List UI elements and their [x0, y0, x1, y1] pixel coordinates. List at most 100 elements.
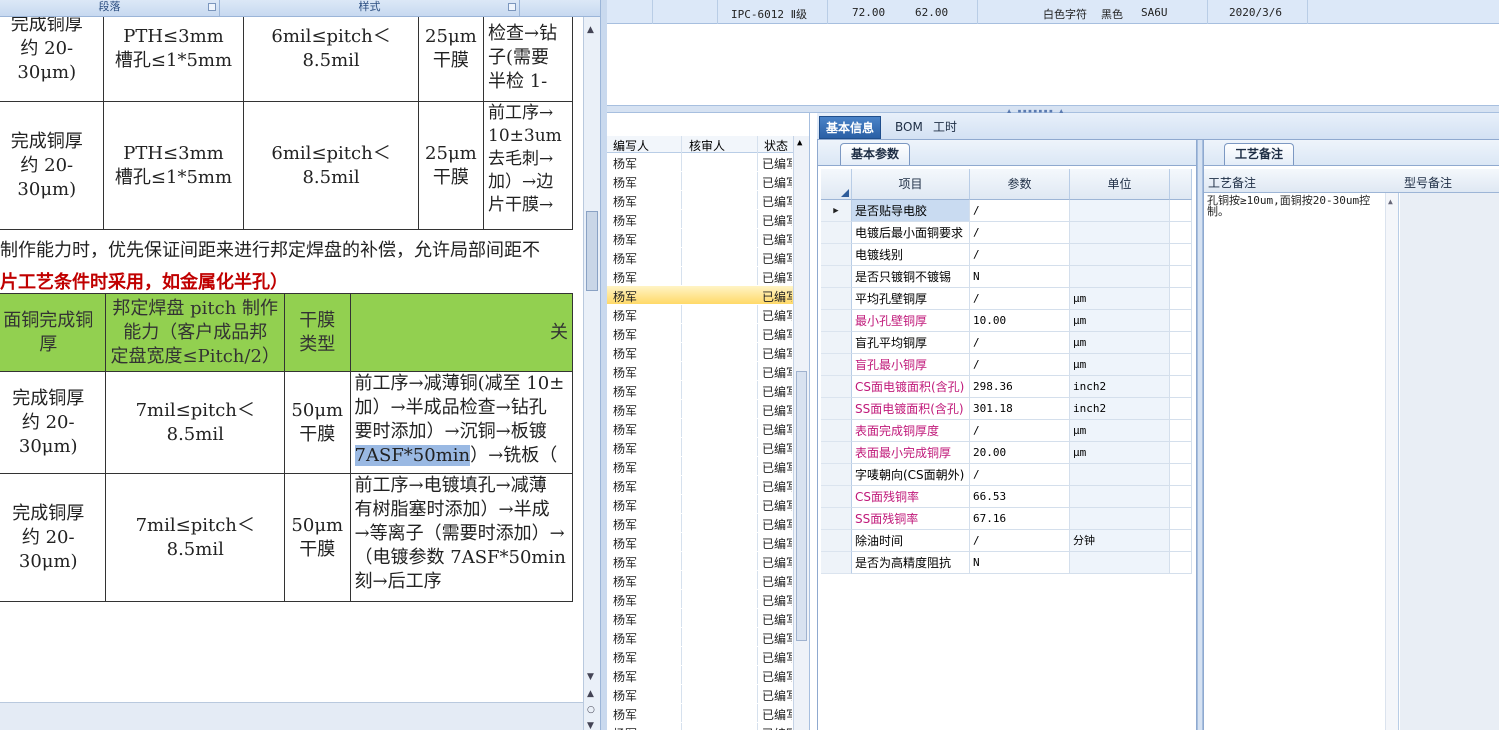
subtab-process-notes[interactable]: 工艺备注	[1224, 143, 1295, 165]
param-name-cell[interactable]: 是否为高精度阻抗	[852, 552, 970, 574]
tab-basic-info[interactable]: 基本信息	[819, 116, 882, 139]
param-value-cell[interactable]: 10.00	[970, 310, 1070, 332]
column-header-param[interactable]: 参数	[970, 169, 1070, 200]
param-value-cell[interactable]: /	[970, 420, 1070, 442]
param-unit-cell[interactable]: μm	[1070, 310, 1170, 332]
browse-object-icon[interactable]: ○	[587, 705, 595, 715]
table-row[interactable]: 除油时间 / 分钟	[821, 530, 1196, 552]
param-unit-cell[interactable]	[1070, 222, 1170, 244]
list-item[interactable]: 杨军 已编写	[607, 514, 793, 533]
param-name-cell[interactable]: SS面电镀面积(含孔)	[852, 398, 970, 420]
column-header-item[interactable]: 项目	[852, 169, 970, 200]
param-unit-cell[interactable]: μm	[1070, 288, 1170, 310]
param-unit-cell[interactable]	[1070, 464, 1170, 486]
param-name-cell[interactable]: 表面完成铜厚度	[852, 420, 970, 442]
param-name-cell[interactable]: 是否贴导电胶	[852, 200, 970, 222]
tab-bom[interactable]: BOM	[889, 116, 929, 139]
row-indicator[interactable]	[821, 288, 852, 310]
list-item[interactable]: 杨军 已编写	[607, 191, 793, 210]
column-header-unit[interactable]: 单位	[1070, 169, 1170, 200]
param-name-cell[interactable]: 是否只镀铜不镀锡	[852, 266, 970, 288]
param-value-cell[interactable]: /	[970, 244, 1070, 266]
list-item[interactable]: 杨军 已编写	[607, 438, 793, 457]
param-unit-cell[interactable]: μm	[1070, 442, 1170, 464]
param-value-cell[interactable]: 20.00	[970, 442, 1070, 464]
window-splitter[interactable]	[600, 0, 607, 730]
model-notes-field[interactable]	[1400, 193, 1499, 730]
param-unit-cell[interactable]	[1070, 486, 1170, 508]
list-item[interactable]: 杨军 已编写	[607, 362, 793, 381]
table-row[interactable]: SS面残铜率 67.16	[821, 508, 1196, 530]
row-indicator[interactable]	[821, 486, 852, 508]
list-item[interactable]: 杨军 已编写	[607, 476, 793, 495]
param-unit-cell[interactable]: μm	[1070, 332, 1170, 354]
list-item[interactable]: 杨军 已编写	[607, 495, 793, 514]
row-indicator[interactable]	[821, 310, 852, 332]
table-row[interactable]: CS面残铜率 66.53	[821, 486, 1196, 508]
param-value-cell[interactable]: /	[970, 332, 1070, 354]
table-row[interactable]: 盲孔最小铜厚 / μm	[821, 354, 1196, 376]
table-row[interactable]: 是否只镀铜不镀锡 N	[821, 266, 1196, 288]
next-page-icon[interactable]: ▼	[587, 721, 594, 730]
row-indicator[interactable]	[821, 266, 852, 288]
list-item[interactable]: 杨军 已编写	[607, 685, 793, 704]
table-row[interactable]: 是否为高精度阻抗 N	[821, 552, 1196, 574]
row-indicator[interactable]	[821, 354, 852, 376]
row-indicator[interactable]	[821, 420, 852, 442]
param-value-cell[interactable]: /	[970, 288, 1070, 310]
list-item[interactable]: 杨军 已编写	[607, 381, 793, 400]
list-item[interactable]: 杨军 已编写	[607, 305, 793, 324]
table-row[interactable]: 最小孔壁铜厚 10.00 μm	[821, 310, 1196, 332]
param-name-cell[interactable]: 盲孔平均铜厚	[852, 332, 970, 354]
row-indicator[interactable]	[821, 530, 852, 552]
row-indicator[interactable]	[821, 464, 852, 486]
param-value-cell[interactable]: N	[970, 552, 1070, 574]
list-item[interactable]: 杨军 已编写	[607, 552, 793, 571]
notes-scrollbar[interactable]: ▲	[1385, 193, 1398, 730]
list-item[interactable]: 杨军 已编写	[607, 172, 793, 191]
param-name-cell[interactable]: 盲孔最小铜厚	[852, 354, 970, 376]
list-item[interactable]: 杨军 已编写	[607, 628, 793, 647]
param-name-cell[interactable]: 最小孔壁铜厚	[852, 310, 970, 332]
row-indicator[interactable]	[821, 442, 852, 464]
list-item[interactable]: 杨军 已编写	[607, 571, 793, 590]
list-item[interactable]: 杨军 已编写	[607, 609, 793, 628]
list-item[interactable]: 杨军 已编写	[607, 210, 793, 229]
param-name-cell[interactable]: CS面电镀面积(含孔)	[852, 376, 970, 398]
row-indicator[interactable]	[821, 244, 852, 266]
table-row[interactable]: 电镀后最小面铜要求 /	[821, 222, 1196, 244]
param-unit-cell[interactable]	[1070, 552, 1170, 574]
param-value-cell[interactable]: 298.36	[970, 376, 1070, 398]
param-unit-cell[interactable]	[1070, 244, 1170, 266]
list-item[interactable]: 杨军 已编写	[607, 286, 793, 305]
horizontal-splitter[interactable]: ▲ ▪▪▪▪▪▪▪ ▲	[607, 105, 1499, 115]
param-name-cell[interactable]: CS面残铜率	[852, 486, 970, 508]
row-indicator[interactable]	[821, 222, 852, 244]
table-row[interactable]: 表面完成铜厚度 / μm	[821, 420, 1196, 442]
table-row[interactable]: CS面电镀面积(含孔) 298.36 inch2	[821, 376, 1196, 398]
tab-work-hours[interactable]: 工时	[927, 116, 963, 139]
list-item[interactable]: 杨军 已编写	[607, 666, 793, 685]
list-item[interactable]: 杨军 已编写	[607, 153, 793, 172]
table-row[interactable]: 字唛朝向(CS面朝外) /	[821, 464, 1196, 486]
row-indicator[interactable]	[821, 552, 852, 574]
table-row[interactable]: ▶ 是否贴导电胶 /	[821, 200, 1196, 222]
param-name-cell[interactable]: 电镀后最小面铜要求	[852, 222, 970, 244]
list-item[interactable]: 杨军 已编写	[607, 267, 793, 286]
param-value-cell[interactable]: 66.53	[970, 486, 1070, 508]
column-header-author[interactable]: 编写人	[613, 137, 649, 154]
selected-text-highlight[interactable]: 7ASF*50min	[354, 445, 471, 466]
table-row[interactable]: 表面最小完成铜厚 20.00 μm	[821, 442, 1196, 464]
list-item[interactable]: 杨军 已编写	[607, 419, 793, 438]
list-vertical-scrollbar[interactable]: ▲	[793, 136, 809, 730]
list-item[interactable]: 杨军 已编写	[607, 647, 793, 666]
table-row[interactable]: SS面电镀面积(含孔) 301.18 inch2	[821, 398, 1196, 420]
row-indicator[interactable]	[821, 376, 852, 398]
row-indicator[interactable]	[821, 332, 852, 354]
scrollbar-thumb[interactable]	[796, 371, 807, 641]
styles-dialog-launcher-icon[interactable]	[508, 3, 516, 11]
subtab-basic-params[interactable]: 基本参数	[840, 143, 911, 165]
table-row[interactable]: 电镀线别 /	[821, 244, 1196, 266]
param-value-cell[interactable]: /	[970, 530, 1070, 552]
current-row-indicator-icon[interactable]: ▶	[821, 200, 852, 222]
